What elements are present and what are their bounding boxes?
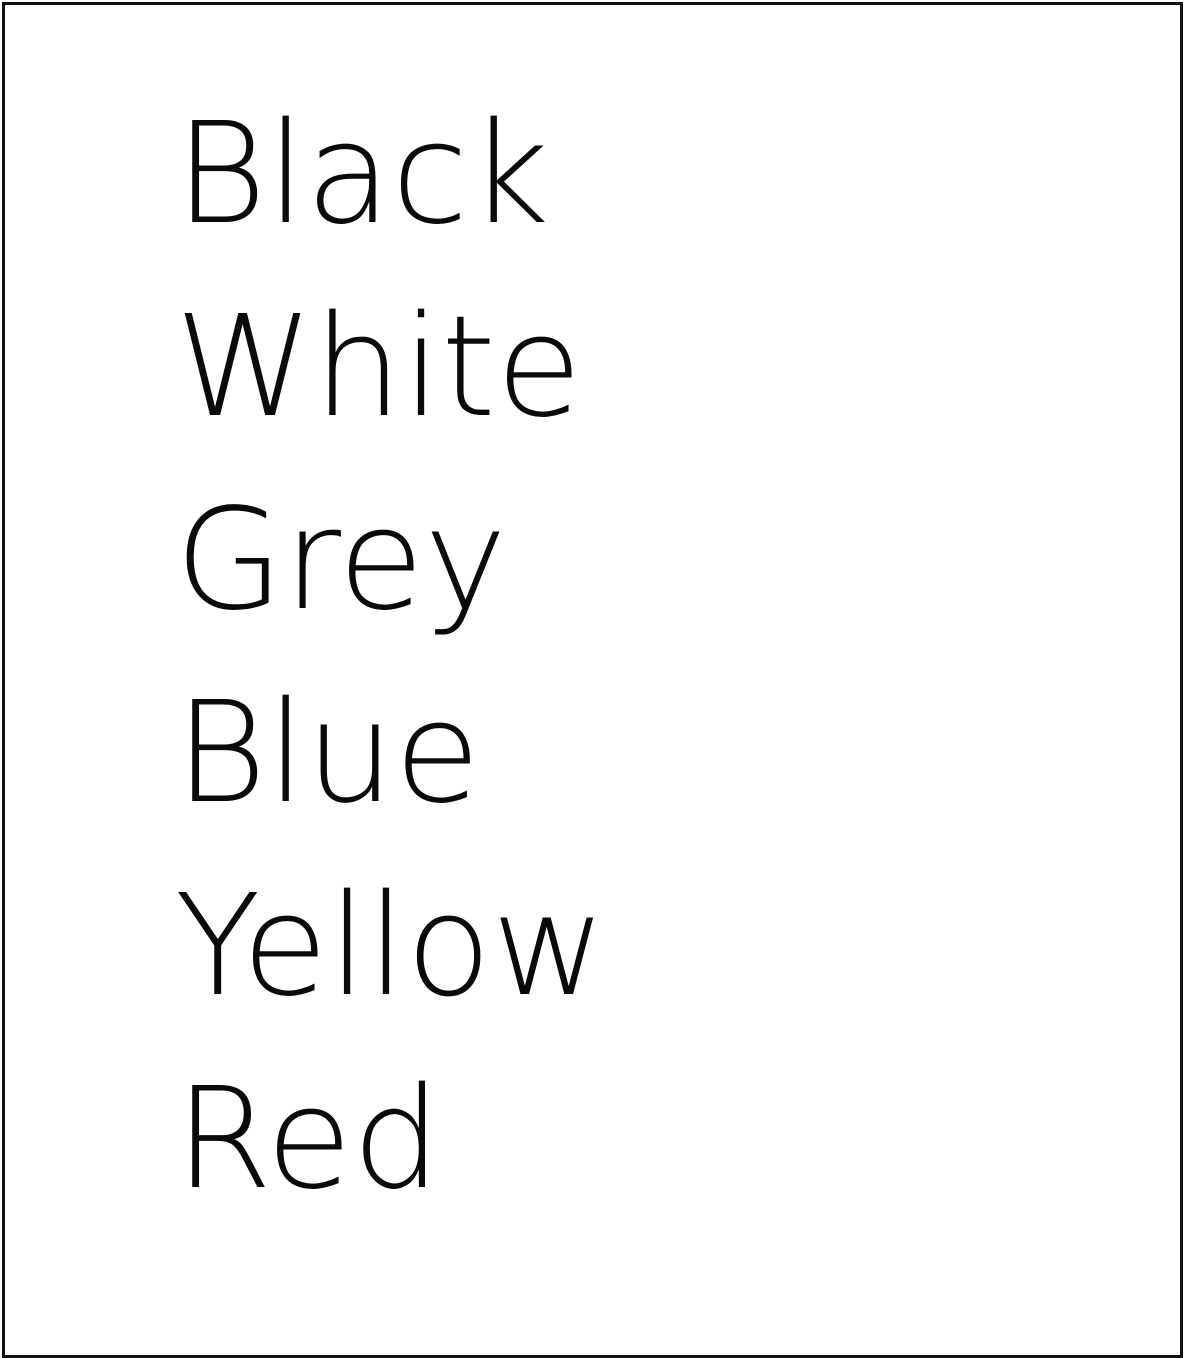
word-list: Black White Grey Blue Yellow Red — [175, 93, 607, 1273]
word-item: Red — [175, 1058, 441, 1221]
word-item: White — [175, 286, 583, 449]
document-frame: Black White Grey Blue Yellow Red — [2, 2, 1183, 1358]
word-item: Yellow — [175, 865, 607, 1028]
word-item: Blue — [175, 672, 481, 835]
word-item: Grey — [175, 479, 507, 642]
word-item: Black — [175, 93, 550, 256]
